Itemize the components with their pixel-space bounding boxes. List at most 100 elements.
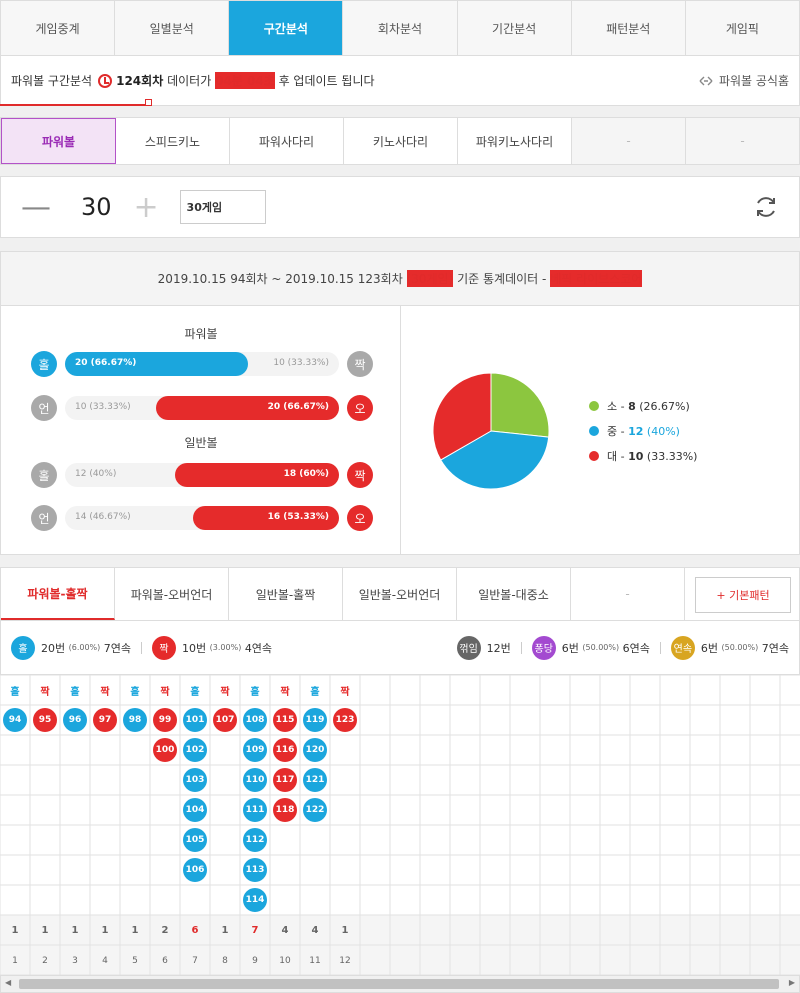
bar-track: 14 (46.67%) 16 (53.33%)	[65, 506, 339, 530]
game-tab-power-ladder[interactable]: 파워사다리	[230, 118, 344, 164]
stats-body: 파워볼 홀 20 (66.67%) 10 (33.33%) 짝 언 10 (33…	[0, 306, 800, 555]
odd-icon: 홀	[31, 462, 57, 488]
info-round: 124회차	[116, 74, 164, 88]
column-index: 5	[132, 956, 138, 966]
column-count: 1	[101, 925, 109, 936]
round-ball: 113	[243, 858, 267, 882]
info-mid: 데이터가	[167, 74, 212, 88]
stats-range: 2019.10.15 94회차 ~ 2019.10.15 123회차	[157, 272, 403, 286]
round-ball: 116	[273, 738, 297, 762]
game-tab-empty: -	[572, 118, 686, 164]
round-ball: 122	[303, 798, 327, 822]
game-count-select[interactable]: 30게임	[179, 190, 266, 224]
scrollbar-thumb[interactable]	[19, 979, 779, 989]
odd-count: 20번	[41, 641, 66, 655]
round-ball: 115	[273, 708, 297, 732]
consecutive-icon: 연속	[670, 635, 695, 660]
legend-small: 소 - 8 (26.67%)	[589, 398, 690, 414]
scroll-right-icon[interactable]: ▶	[789, 978, 795, 987]
round-ball: 97	[93, 708, 117, 732]
legend-value: 12	[628, 424, 644, 438]
minus-button[interactable]: —	[21, 190, 51, 225]
game-tabs: 파워볼 스피드키노 파워사다리 키노사다리 파워키노사다리 - -	[0, 117, 800, 165]
round-ball: 111	[243, 798, 267, 822]
pb-odd-count: 20 (66.67%)	[75, 358, 137, 368]
basic-pattern-button[interactable]: + 기본패턴	[695, 577, 791, 613]
tab-live[interactable]: 게임중계	[1, 1, 116, 55]
column-header: 짝	[160, 687, 170, 698]
tab-period[interactable]: 기간분석	[458, 1, 572, 55]
column-count: 1	[11, 925, 19, 936]
break-count: 12번	[486, 641, 511, 655]
pie-slice-0	[490, 372, 550, 438]
legend-pct: (40%)	[646, 424, 680, 438]
pattern-tab-pb-overunder[interactable]: 파워볼-오버언더	[115, 568, 229, 620]
column-count: 1	[341, 925, 349, 936]
column-header: 짝	[220, 687, 230, 698]
column-header: 짝	[100, 687, 110, 698]
round-ball: 99	[153, 708, 177, 732]
pb-even-count: 10 (33.33%)	[273, 358, 329, 368]
round-ball: 96	[63, 708, 87, 732]
over-icon: 오	[347, 395, 373, 421]
legend-sep: -	[620, 449, 625, 463]
game-tab-keno-ladder[interactable]: 키노사다리	[344, 118, 458, 164]
tab-pick[interactable]: 게임픽	[686, 1, 799, 55]
under-icon: 언	[31, 505, 57, 531]
game-tab-powerball[interactable]: 파워볼	[1, 118, 116, 164]
nb-even-count: 18 (60%)	[283, 469, 329, 479]
round-ball: 119	[303, 708, 327, 732]
refresh-icon[interactable]	[753, 194, 779, 220]
game-tab-speedkeno[interactable]: 스피드키노	[116, 118, 230, 164]
stats-header: 2019.10.15 94회차 ~ 2019.10.15 123회차 (30게임…	[0, 251, 800, 306]
nb-underover-row: 언 14 (46.67%) 16 (53.33%) 오	[31, 505, 373, 531]
plus-button[interactable]: +	[134, 190, 164, 225]
divider	[520, 641, 522, 654]
pattern-tab-nb-oddeven[interactable]: 일반볼-홀짝	[229, 568, 343, 620]
progress-marker	[145, 99, 152, 106]
column-index: 3	[72, 956, 78, 966]
update-progress-bar	[0, 104, 148, 106]
round-ball: 118	[273, 798, 297, 822]
tab-pattern[interactable]: 패턴분석	[572, 1, 686, 55]
column-header: 홀	[190, 687, 200, 698]
legend-dot	[589, 401, 599, 411]
nb-odd-count: 12 (40%)	[75, 469, 117, 479]
official-home-link[interactable]: 파워볼 공식홈	[698, 72, 789, 89]
odd-pct: (6.00%)	[68, 643, 101, 652]
legend-value: 8	[628, 399, 636, 413]
stats-source: 베픽 라이브스코어	[550, 270, 643, 287]
info-prefix: 파워볼 구간분석	[11, 74, 93, 88]
game-tab-powerkeno-ladder[interactable]: 파워키노사다리	[458, 118, 572, 164]
column-count: 4	[281, 925, 289, 936]
round-ball: 112	[243, 828, 267, 852]
horizontal-scrollbar[interactable]: ◀ ▶	[0, 975, 800, 993]
column-header: 홀	[310, 687, 320, 698]
column-count: 1	[71, 925, 79, 936]
clock-icon	[98, 73, 113, 88]
pingpong-streak: 6연속	[622, 641, 650, 655]
pattern-tabs: 파워볼-홀짝 파워볼-오버언더 일반볼-홀짝 일반볼-오버언더 일반볼-대중소 …	[0, 567, 800, 621]
pattern-tab-pb-oddeven[interactable]: 파워볼-홀짝	[1, 568, 115, 620]
tab-range[interactable]: 구간분석	[229, 1, 344, 55]
pattern-tab-nb-size[interactable]: 일반볼-대중소	[457, 568, 571, 620]
legend-label: 대	[607, 450, 618, 463]
legend-sep: -	[620, 424, 625, 438]
round-ball: 106	[183, 858, 207, 882]
column-header: 홀	[130, 687, 140, 698]
game-count-value: 30	[81, 193, 112, 221]
column-index: 9	[252, 956, 258, 966]
pattern-tab-nb-overunder[interactable]: 일반볼-오버언더	[343, 568, 457, 620]
legend-pct: (33.33%)	[646, 449, 698, 463]
round-ball: 117	[273, 768, 297, 792]
normalball-title: 일반볼	[184, 436, 218, 450]
tab-round[interactable]: 회차분석	[343, 1, 458, 55]
consecutive-streak: 7연속	[761, 641, 789, 655]
tab-daily[interactable]: 일별분석	[115, 1, 230, 55]
round-ball: 101	[183, 708, 207, 732]
under-icon: 언	[31, 395, 57, 421]
legend-label: 소	[607, 400, 618, 413]
bar-stats: 파워볼 홀 20 (66.67%) 10 (33.33%) 짝 언 10 (33…	[1, 306, 401, 554]
column-header: 짝	[280, 687, 290, 698]
scroll-left-icon[interactable]: ◀	[5, 978, 11, 987]
